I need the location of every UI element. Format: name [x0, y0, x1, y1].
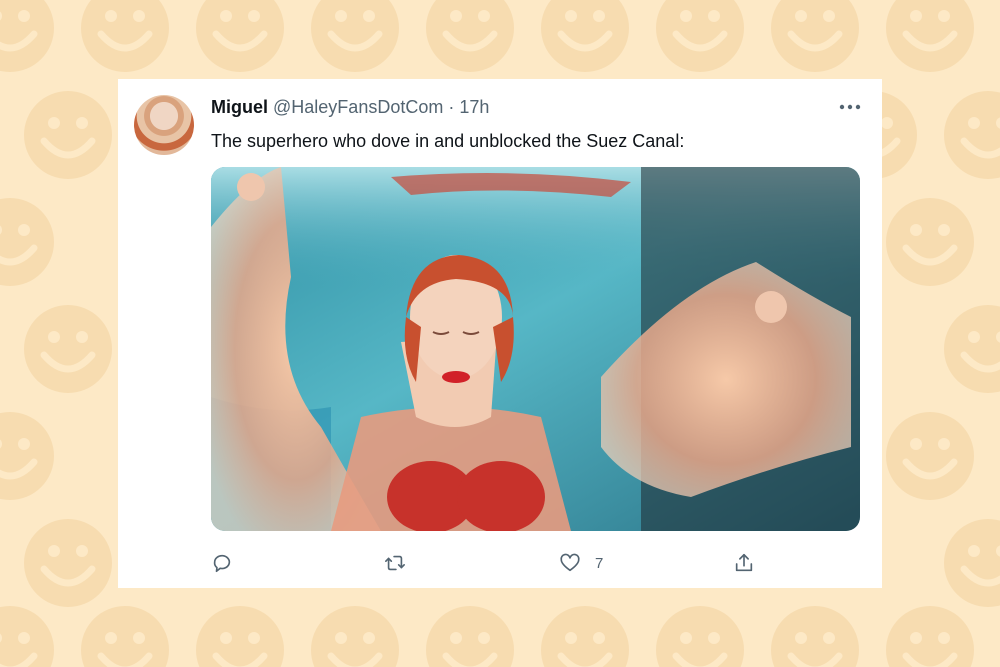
more-options-icon[interactable] [838, 97, 862, 117]
like-count: 7 [595, 554, 604, 572]
tweet-media-photo[interactable] [211, 167, 860, 531]
tweet-card[interactable]: Miguel @HaleyFansDotCom · 17h The superh… [118, 79, 882, 588]
share-button[interactable] [733, 549, 755, 577]
retweet-icon [385, 555, 405, 571]
tweet-text: The superhero who dove in and unblocked … [211, 131, 685, 151]
tweet-actions: 7 [211, 549, 860, 577]
share-icon [735, 553, 753, 572]
retweet-button[interactable] [384, 549, 406, 577]
heart-icon [560, 553, 580, 572]
like-button[interactable]: 7 [559, 549, 603, 577]
reply-button[interactable] [211, 549, 233, 577]
avatar[interactable] [134, 95, 194, 155]
tweet-timestamp[interactable]: 17h [459, 97, 489, 117]
reply-icon [213, 554, 231, 573]
author-name[interactable]: Miguel [211, 97, 268, 117]
tweet-header: Miguel @HaleyFansDotCom · 17h [211, 97, 866, 119]
separator-dot: · [448, 97, 455, 117]
author-handle[interactable]: @HaleyFansDotCom [273, 97, 443, 117]
